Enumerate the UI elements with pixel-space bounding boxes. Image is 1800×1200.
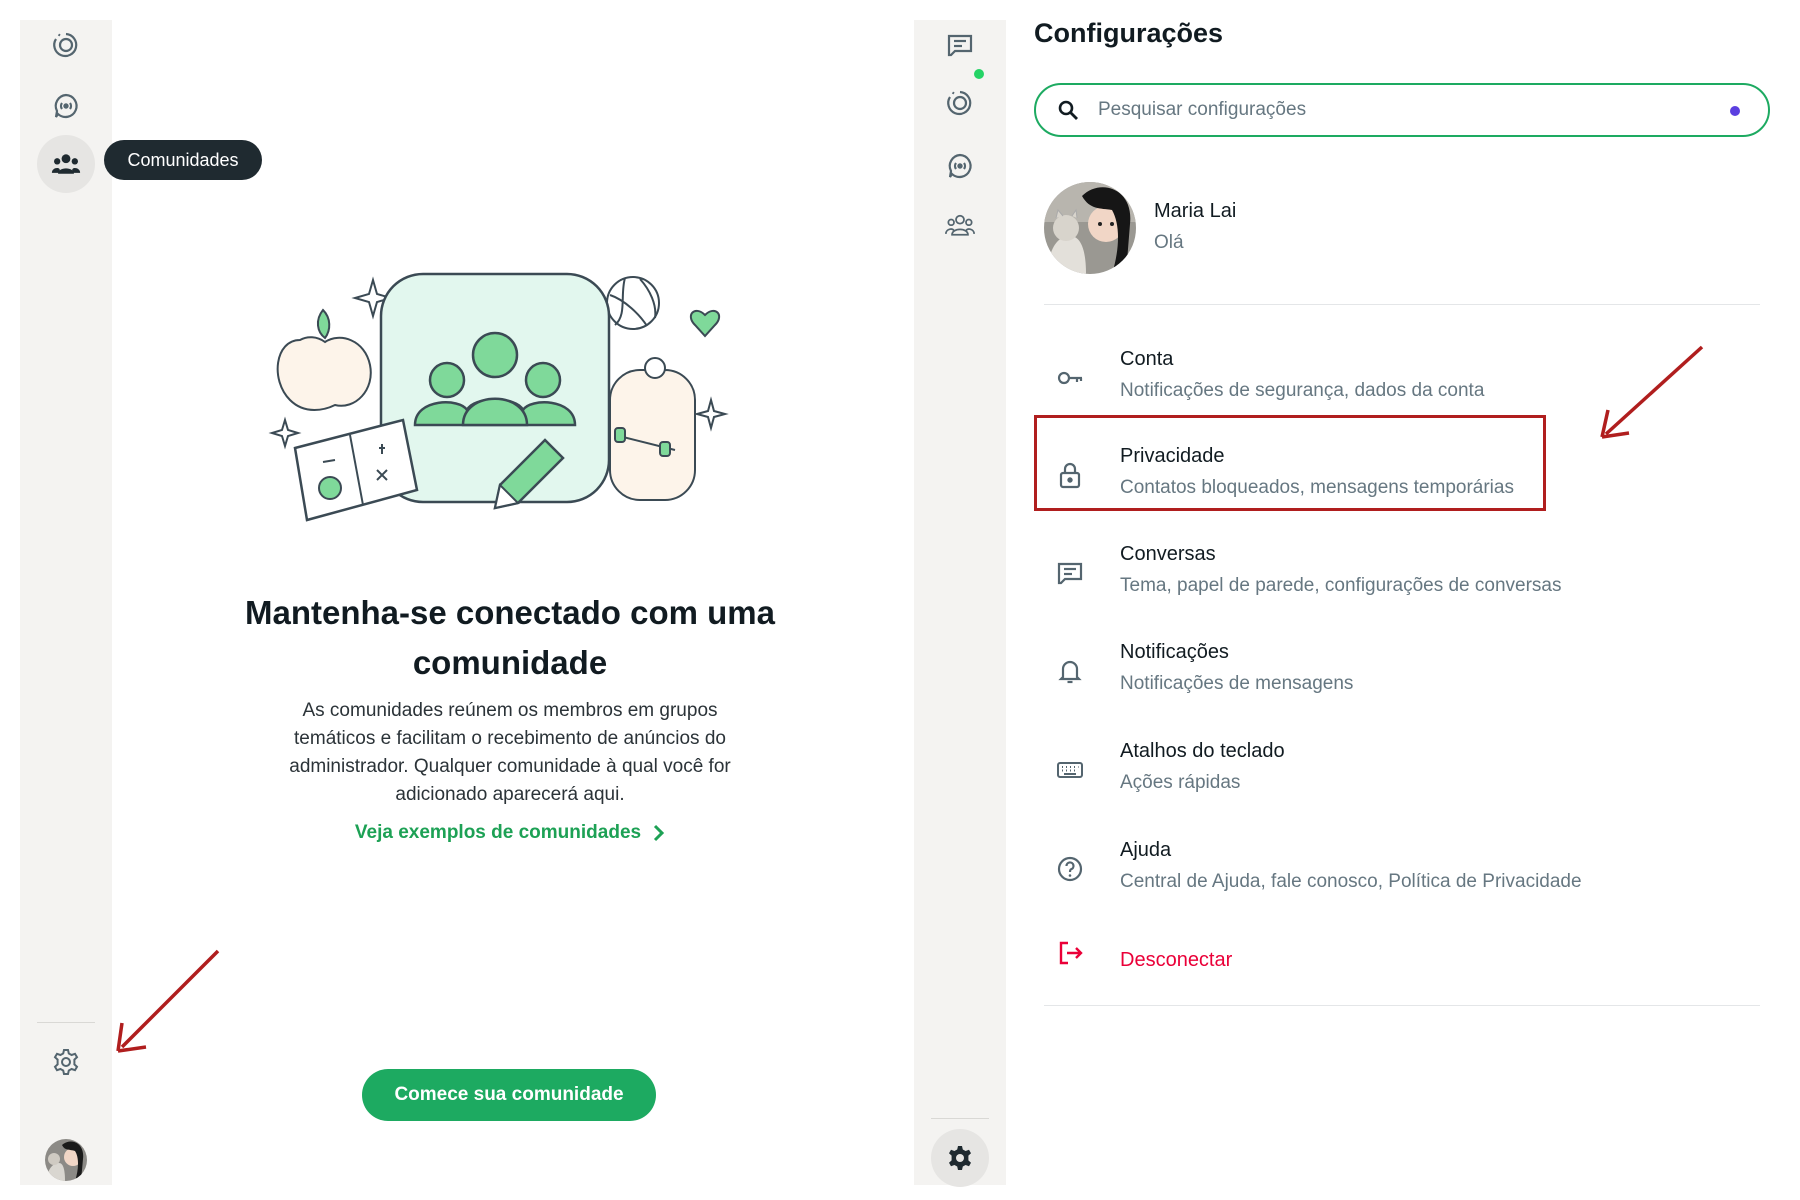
- see-community-examples-link[interactable]: Veja exemplos de comunidades: [330, 822, 690, 844]
- communities-tooltip: Comunidades: [104, 140, 262, 180]
- settings-gear-icon[interactable]: [931, 1129, 989, 1187]
- communities-description: As comunidades reúnem os membros em grup…: [289, 700, 731, 805]
- settings-item-title: Conta: [1120, 348, 1174, 370]
- search-input[interactable]: [1098, 99, 1698, 121]
- status-icon[interactable]: [43, 22, 89, 68]
- settings-item-chats[interactable]: Conversas Tema, papel de parede, configu…: [1034, 535, 1764, 625]
- settings-search[interactable]: [1034, 83, 1770, 137]
- rail-divider: [37, 1022, 95, 1023]
- settings-item-subtitle: Notificações de mensagens: [1120, 673, 1354, 694]
- annotation-arrow-icon: [116, 949, 220, 1053]
- communities-icon[interactable]: [937, 202, 983, 248]
- channels-icon[interactable]: [937, 143, 983, 189]
- communities-icon[interactable]: [37, 135, 95, 193]
- start-community-button[interactable]: Comece sua comunidade: [362, 1069, 656, 1121]
- right-sidebar-rail: [914, 20, 1006, 1187]
- annotation-arrow-icon: [1600, 345, 1704, 439]
- left-sidebar-rail: [20, 20, 112, 1185]
- chat-icon: [1054, 557, 1086, 589]
- logout-label: Desconectar: [1120, 949, 1233, 971]
- chevron-right-icon: [654, 824, 665, 842]
- settings-item-notifications[interactable]: Notificações Notificações de mensagens: [1034, 633, 1764, 723]
- avatar: [1044, 182, 1136, 274]
- channels-icon[interactable]: [43, 83, 89, 129]
- see-community-examples-label: Veja exemplos de comunidades: [354, 822, 642, 843]
- settings-item-title: Conversas: [1120, 543, 1216, 565]
- avatar[interactable]: [45, 1139, 87, 1181]
- settings-item-subtitle: Tema, papel de parede, configurações de …: [1120, 575, 1562, 596]
- settings-item-keyboard-shortcuts[interactable]: Atalhos do teclado Ações rápidas: [1034, 732, 1764, 822]
- search-icon: [1058, 100, 1078, 120]
- settings-item-title: Ajuda: [1120, 839, 1172, 861]
- search-indicator-dot: [1730, 106, 1740, 116]
- settings-item-subtitle: Ações rápidas: [1120, 772, 1241, 793]
- profile-status: Olá: [1154, 232, 1184, 253]
- settings-item-title: Atalhos do teclado: [1120, 740, 1285, 762]
- settings-gear-icon[interactable]: [43, 1039, 89, 1085]
- settings-item-help[interactable]: Ajuda Central de Ajuda, fale conosco, Po…: [1034, 831, 1764, 921]
- divider: [1044, 304, 1760, 305]
- annotation-highlight-box: [1034, 415, 1546, 511]
- profile-section[interactable]: Maria Lai Olá: [1044, 182, 1754, 276]
- rail-divider: [931, 1118, 989, 1119]
- settings-item-title: Notificações: [1120, 641, 1229, 663]
- key-icon: [1054, 362, 1086, 394]
- communities-illustration: [268, 272, 729, 522]
- divider: [1044, 1005, 1760, 1006]
- chats-icon[interactable]: [937, 22, 983, 68]
- logout-icon: [1054, 937, 1086, 969]
- page-title: Configurações: [1034, 18, 1224, 48]
- logout-button[interactable]: Desconectar: [1034, 925, 1764, 985]
- bell-icon: [1054, 655, 1086, 687]
- keyboard-icon: [1054, 754, 1086, 786]
- profile-name: Maria Lai: [1154, 200, 1237, 222]
- settings-item-subtitle: Central de Ajuda, fale conosco, Política…: [1120, 871, 1582, 892]
- communities-heading: Mantenha-se conectado com uma comunidade: [245, 594, 775, 681]
- settings-item-subtitle: Notificações de segurança, dados da cont…: [1120, 380, 1485, 401]
- status-icon[interactable]: [937, 80, 983, 126]
- status-notification-dot: [974, 69, 984, 79]
- help-icon: [1054, 853, 1086, 885]
